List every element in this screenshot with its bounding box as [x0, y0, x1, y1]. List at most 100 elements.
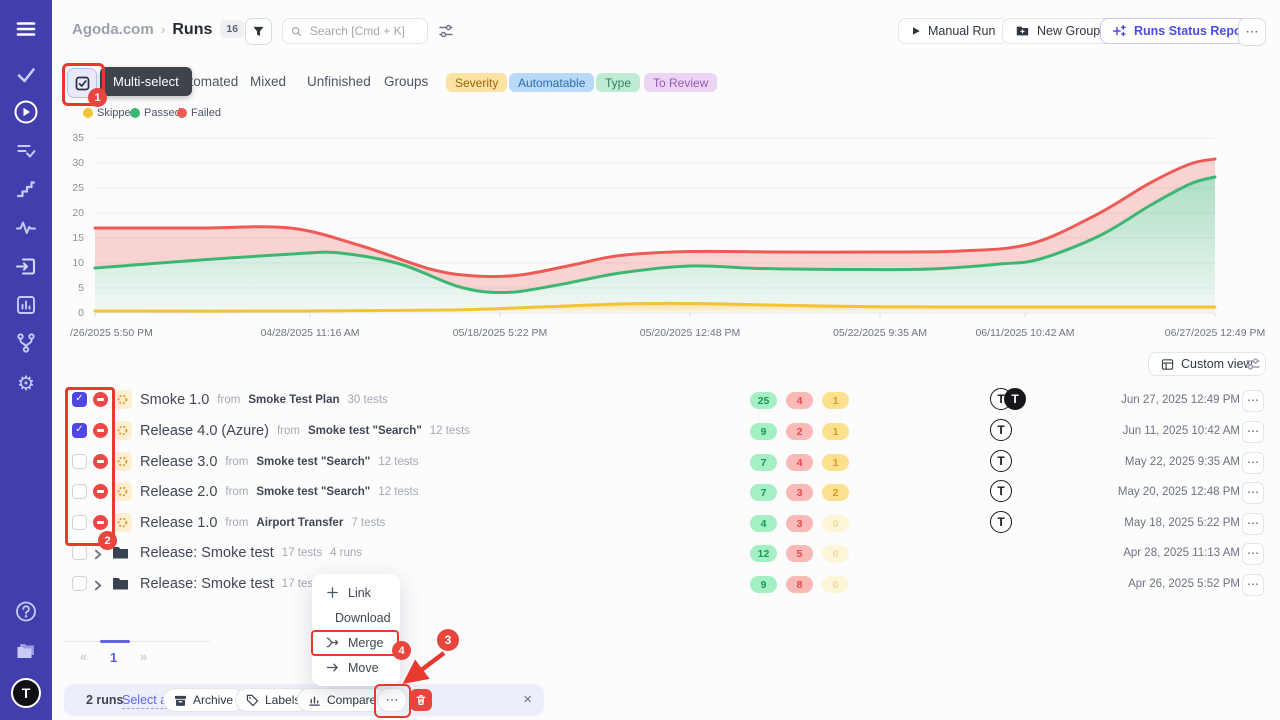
plus-icon	[326, 586, 339, 599]
row-more-button[interactable]: ⋯	[1242, 390, 1264, 412]
passed-pill: 7	[750, 454, 777, 471]
new-group-button[interactable]: New Group	[1002, 18, 1113, 44]
x-axis-label: 06/11/2025 10:42 AM	[975, 327, 1074, 339]
pagination-page-1[interactable]: 1	[110, 650, 117, 665]
menu-item-move[interactable]: Move	[312, 655, 400, 680]
x-axis-label: 05/22/2025 9:35 AM	[833, 327, 927, 339]
from-label: from	[225, 517, 248, 529]
x-axis-label: 06/27/2025 12:49 PM	[1165, 327, 1265, 339]
group-row[interactable]: Release: Smoke test17 tests7 runs980Apr …	[0, 569, 1280, 599]
status-pills: 741	[750, 454, 849, 471]
filter-funnel-button[interactable]	[245, 18, 272, 45]
manual-run-label: Manual Run	[928, 24, 995, 38]
archive-icon	[174, 694, 187, 707]
expand-chevron-icon[interactable]	[92, 578, 103, 596]
tab-unfinished[interactable]: Unfinished	[307, 74, 371, 89]
row-more-button[interactable]: ⋯	[1242, 482, 1264, 504]
list-check-icon[interactable]	[16, 140, 37, 161]
runs-status-report-label: Runs Status Report	[1134, 24, 1251, 38]
branch-icon[interactable]	[15, 332, 37, 354]
row-checkbox[interactable]	[72, 515, 87, 530]
profile-avatar[interactable]: T	[11, 678, 41, 708]
breadcrumb-project[interactable]: Agoda.com	[72, 21, 154, 38]
skipped-pill: 2	[822, 484, 849, 501]
row-checkbox[interactable]	[72, 454, 87, 469]
steps-icon[interactable]	[16, 179, 37, 200]
close-action-bar-button[interactable]: ×	[523, 684, 532, 716]
plan-name: Smoke test "Search"	[308, 425, 422, 437]
labels-label: Labels	[265, 693, 300, 707]
pagination-prev[interactable]: «	[80, 650, 87, 664]
stop-run-icon[interactable]	[93, 515, 108, 530]
menu-item-download[interactable]: Download	[312, 605, 400, 630]
row-checkbox[interactable]	[72, 576, 87, 591]
tab-mixed[interactable]: Mixed	[250, 74, 286, 89]
pagination-next[interactable]: »	[140, 650, 147, 664]
run-row[interactable]: Release 2.0fromSmoke test "Search"12 tes…	[0, 477, 1280, 507]
check-icon[interactable]	[16, 64, 37, 85]
filter-badge-to-review[interactable]: To Review	[644, 73, 717, 92]
row-more-button[interactable]: ⋯	[1242, 513, 1264, 535]
header-more-button[interactable]: ⋯	[1238, 18, 1266, 46]
stop-run-icon[interactable]	[93, 454, 108, 469]
failed-pill: 4	[786, 454, 813, 471]
filter-settings-icon[interactable]	[438, 23, 454, 44]
run-date: Jun 27, 2025 12:49 PM	[1121, 385, 1240, 415]
tag-icon	[246, 694, 259, 707]
filter-badge-severity[interactable]: Severity	[446, 73, 507, 92]
gear-icon[interactable]: ⚙	[17, 371, 35, 396]
folder-icon	[112, 576, 129, 596]
tab-groups[interactable]: Groups	[384, 74, 428, 89]
search-input[interactable]	[308, 23, 419, 39]
runs-count-badge: 16	[220, 20, 244, 38]
running-icon	[113, 421, 132, 440]
row-checkbox[interactable]	[72, 545, 87, 560]
row-more-button[interactable]: ⋯	[1242, 574, 1264, 596]
compare-button[interactable]: Compare	[297, 688, 387, 712]
breadcrumb-separator: ›	[161, 21, 166, 37]
stop-run-icon[interactable]	[93, 423, 108, 438]
pulse-icon[interactable]	[15, 217, 37, 239]
tests-count: 17 tests	[282, 547, 322, 559]
run-row[interactable]: ✓Release 4.0 (Azure)fromSmoke test "Sear…	[0, 416, 1280, 446]
run-row[interactable]: Release 1.0fromAirport Transfer7 tests43…	[0, 508, 1280, 538]
play-circle-icon[interactable]	[13, 99, 39, 125]
import-icon[interactable]	[15, 255, 38, 278]
expand-chevron-icon[interactable]	[92, 547, 103, 565]
projects-icon[interactable]	[14, 639, 38, 663]
row-more-button[interactable]: ⋯	[1242, 421, 1264, 443]
row-more-button[interactable]: ⋯	[1242, 452, 1264, 474]
report-icon[interactable]	[15, 294, 37, 316]
filter-badge-type[interactable]: Type	[596, 73, 640, 92]
stop-run-icon[interactable]	[93, 392, 108, 407]
skipped-pill: 0	[822, 545, 849, 562]
manual-run-button[interactable]: Manual Run	[898, 18, 1008, 44]
plan-name: Smoke test "Search"	[256, 486, 370, 498]
avatar: T	[990, 419, 1012, 441]
assignee-avatars: T	[990, 450, 1012, 472]
menu-item-link[interactable]: Link	[312, 580, 400, 605]
row-checkbox[interactable]: ✓	[72, 392, 87, 407]
stop-run-icon[interactable]	[93, 484, 108, 499]
skipped-pill: 1	[822, 454, 849, 471]
run-row[interactable]: Release 3.0fromSmoke test "Search"12 tes…	[0, 447, 1280, 477]
filter-badge-automatable[interactable]: Automatable	[509, 73, 594, 92]
run-row[interactable]: ✓Smoke 1.0fromSmoke Test Plan30 tests254…	[0, 385, 1280, 415]
tests-count: 30 tests	[348, 394, 388, 406]
group-row[interactable]: Release: Smoke test17 tests4 runs1250Apr…	[0, 538, 1280, 568]
skipped-pill: 0	[822, 576, 849, 593]
bulk-more-button[interactable]: ⋯	[377, 688, 407, 712]
row-more-button[interactable]: ⋯	[1242, 543, 1264, 565]
search-box[interactable]	[282, 18, 428, 44]
row-checkbox[interactable]: ✓	[72, 423, 87, 438]
custom-view-label: Custom view	[1181, 357, 1253, 371]
archive-button[interactable]: Archive	[163, 688, 244, 712]
annotation-step-4: 4	[392, 641, 411, 660]
row-checkbox[interactable]	[72, 484, 87, 499]
status-pills: 980	[750, 576, 849, 593]
menu-icon[interactable]	[15, 18, 37, 40]
menu-item-merge[interactable]: Merge	[312, 630, 400, 655]
view-settings-icon[interactable]	[1245, 356, 1261, 377]
help-icon[interactable]	[15, 600, 38, 623]
folder-icon	[112, 545, 129, 565]
